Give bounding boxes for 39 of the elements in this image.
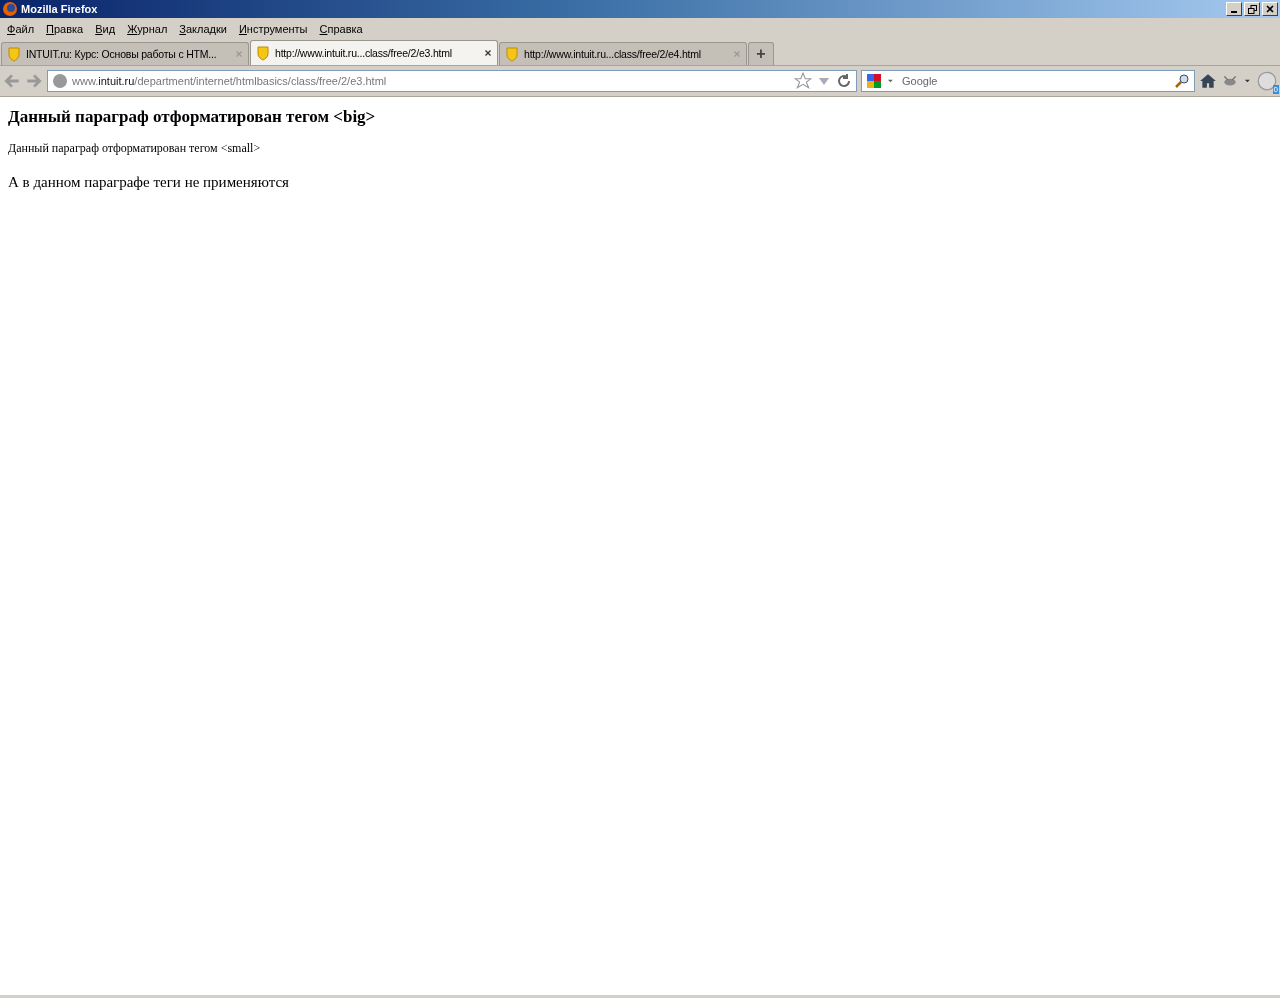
paragraph: А в данном параграфе теги не применяются xyxy=(8,174,290,191)
menu-item[interactable]: Файл xyxy=(1,23,41,35)
close-icon xyxy=(483,48,493,58)
minimize-button[interactable] xyxy=(1226,2,1242,16)
menu-item[interactable]: Правка xyxy=(40,23,90,35)
paragraph: Данный параграф отформатирован тегом <big> xyxy=(8,107,377,127)
close-icon xyxy=(234,49,244,59)
restore-button[interactable] xyxy=(1244,2,1260,16)
window-title: Mozilla Firefox xyxy=(21,3,99,15)
address-field[interactable]: www.intuit.ru/department/internet/htmlbasics/class/free/2/e3.html xyxy=(47,70,857,92)
shield-icon xyxy=(255,45,271,61)
search-icon xyxy=(1174,73,1190,89)
tab-title: http://www.intuit.ru...class/free/2/e4.html xyxy=(524,48,702,60)
tab-title: http://www.intuit.ru...class/free/2/e3.html xyxy=(275,47,453,59)
restore-icon xyxy=(1247,4,1257,14)
notification-badge: 0 xyxy=(1272,85,1279,94)
search-bar[interactable]: Google xyxy=(861,70,1195,92)
close-button[interactable] xyxy=(1262,2,1278,16)
back-icon xyxy=(3,72,21,90)
menu-item[interactable]: Инструменты xyxy=(232,23,314,35)
shield-icon xyxy=(504,46,520,62)
browser-tab[interactable]: http://www.intuit.ru...class/free/2/e3.html xyxy=(250,40,498,65)
close-icon xyxy=(1266,5,1274,13)
menu-item[interactable]: Закладки xyxy=(173,23,233,35)
menu-item[interactable]: Справка xyxy=(313,23,369,35)
home-icon xyxy=(1199,72,1217,90)
paragraph: Данный параграф отформатирован тегом <small> xyxy=(8,141,262,156)
menu-item[interactable]: Журнал xyxy=(121,23,174,35)
browser-tab[interactable]: http://www.intuit.ru...class/free/2/e4.html xyxy=(499,42,747,65)
forward-icon xyxy=(25,72,43,90)
browser-tab[interactable]: INTUIT.ru: Курс: Основы работы с HTM... xyxy=(1,42,249,65)
menu-item[interactable]: Вид xyxy=(89,23,122,35)
close-icon xyxy=(732,49,742,59)
shield-icon xyxy=(6,46,22,62)
tab-title: INTUIT.ru: Курс: Основы работы с HTM... xyxy=(26,48,218,60)
google-icon xyxy=(866,73,882,89)
star-icon xyxy=(794,72,812,90)
new-tab-button[interactable]: + xyxy=(748,42,774,65)
reload-icon xyxy=(836,73,852,89)
